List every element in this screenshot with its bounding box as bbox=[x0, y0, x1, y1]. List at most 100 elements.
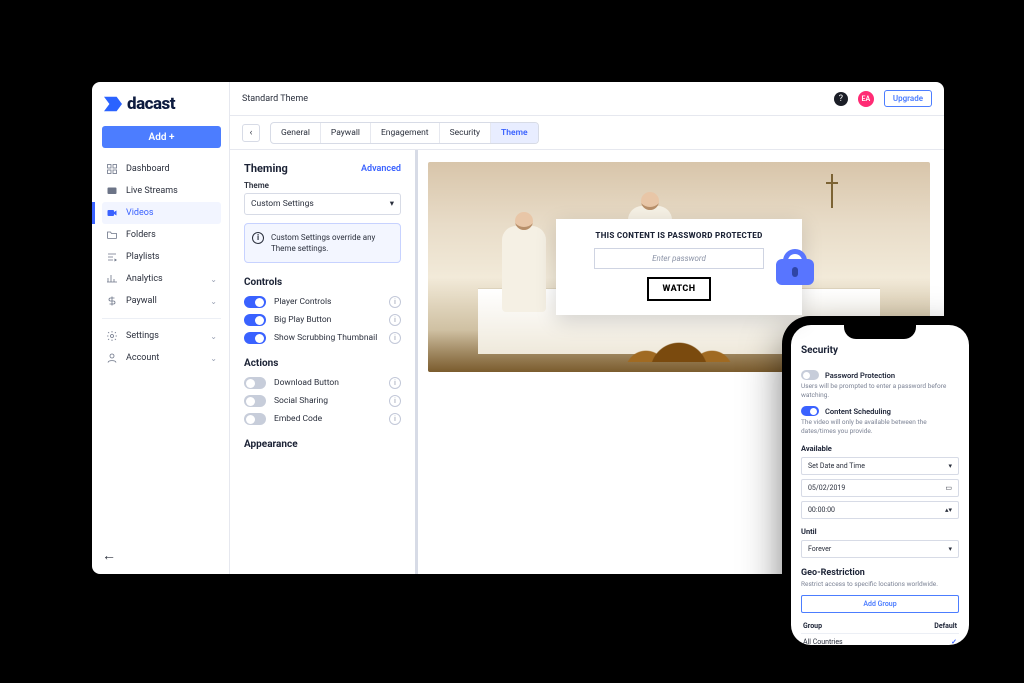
phone-security-title: Security bbox=[801, 345, 959, 356]
toggle-switch[interactable] bbox=[801, 406, 819, 416]
topbar: Standard Theme ? EA Upgrade bbox=[230, 82, 944, 116]
phone-geo-table: Group Default All Countries ✓ bbox=[801, 619, 959, 645]
select-value: Forever bbox=[808, 545, 831, 553]
page-title: Standard Theme bbox=[242, 94, 308, 104]
tab-engagement[interactable]: Engagement bbox=[371, 123, 440, 143]
lock-icon bbox=[776, 249, 814, 285]
actions-title: Actions bbox=[244, 358, 401, 369]
theming-title: Theming bbox=[244, 162, 288, 175]
toggle-label: Big Play Button bbox=[274, 315, 331, 325]
toggle-label: Player Controls bbox=[274, 297, 331, 307]
phone-date-input[interactable]: 05/02/2019 ▭ bbox=[801, 479, 959, 497]
info-icon[interactable]: i bbox=[389, 395, 401, 407]
chevron-down-icon: ▾ bbox=[948, 545, 952, 553]
phone-geo-title: Geo-Restriction bbox=[801, 568, 959, 578]
sidebar-item-settings[interactable]: Settings ⌄ bbox=[102, 325, 221, 347]
toggle-switch[interactable] bbox=[801, 370, 819, 380]
avatar[interactable]: EA bbox=[858, 91, 874, 107]
info-icon[interactable]: i bbox=[389, 296, 401, 308]
theme-select[interactable]: Custom Settings ▾ bbox=[244, 193, 401, 215]
phone-until-select[interactable]: Forever ▾ bbox=[801, 540, 959, 558]
playlists-icon bbox=[106, 251, 118, 263]
stepper-icon: ▴▾ bbox=[945, 506, 952, 514]
brand-logo-icon bbox=[104, 95, 122, 113]
sidebar-item-live-streams[interactable]: Live Streams bbox=[102, 180, 221, 202]
tab-security[interactable]: Security bbox=[440, 123, 491, 143]
toggle-switch[interactable] bbox=[244, 332, 266, 344]
sidebar: dacast Add + Dashboard Live Streams Vide… bbox=[92, 82, 230, 574]
toggle-switch[interactable] bbox=[244, 377, 266, 389]
sidebar-item-playlists[interactable]: Playlists bbox=[102, 246, 221, 268]
phone-screen: Security Password Protection Users will … bbox=[791, 325, 969, 645]
phone-password-desc: Users will be prompted to enter a passwo… bbox=[801, 382, 959, 400]
toggle-big-play-button: Big Play Button i bbox=[244, 314, 401, 326]
phone-scheduling-desc: The video will only be available between… bbox=[801, 418, 959, 436]
table-header-default: Default bbox=[934, 622, 957, 630]
tab-theme[interactable]: Theme bbox=[491, 123, 538, 143]
nav-primary: Dashboard Live Streams Videos Folders Pl… bbox=[102, 158, 221, 564]
back-button[interactable]: ‹ bbox=[242, 124, 260, 142]
settings-panel: Theming Advanced Theme Custom Settings ▾… bbox=[230, 150, 418, 574]
toggle-switch[interactable] bbox=[244, 314, 266, 326]
theme-select-value: Custom Settings bbox=[251, 199, 314, 209]
add-button[interactable]: Add + bbox=[102, 126, 221, 148]
sidebar-item-label: Analytics bbox=[126, 274, 163, 284]
tab-group: General Paywall Engagement Security Them… bbox=[270, 122, 539, 144]
phone-geo-desc: Restrict access to specific locations wo… bbox=[801, 580, 959, 589]
toggle-embed-code: Embed Code i bbox=[244, 413, 401, 425]
advanced-link[interactable]: Advanced bbox=[361, 164, 401, 174]
chevron-down-icon: ⌄ bbox=[210, 275, 217, 284]
background-decoration bbox=[502, 226, 546, 312]
toggle-label: Embed Code bbox=[274, 414, 322, 424]
toggle-switch[interactable] bbox=[244, 413, 266, 425]
tab-general[interactable]: General bbox=[271, 123, 321, 143]
sidebar-item-account[interactable]: Account ⌄ bbox=[102, 347, 221, 369]
toggle-switch[interactable] bbox=[244, 296, 266, 308]
sidebar-item-label: Paywall bbox=[126, 296, 157, 306]
help-icon[interactable]: ? bbox=[834, 92, 848, 106]
toggle-social-sharing: Social Sharing i bbox=[244, 395, 401, 407]
chevron-down-icon: ▾ bbox=[948, 462, 952, 470]
info-icon[interactable]: i bbox=[389, 314, 401, 326]
chevron-down-icon: ▾ bbox=[390, 199, 394, 209]
info-icon[interactable]: i bbox=[389, 332, 401, 344]
live-streams-icon bbox=[106, 185, 118, 197]
password-overlay-title: THIS CONTENT IS PASSWORD PROTECTED bbox=[595, 231, 762, 240]
toggle-player-controls: Player Controls i bbox=[244, 296, 401, 308]
sidebar-item-label: Account bbox=[126, 353, 159, 363]
toggle-label: Show Scrubbing Thumbnail bbox=[274, 333, 377, 343]
sidebar-item-videos[interactable]: Videos bbox=[102, 202, 221, 224]
table-row[interactable]: All Countries ✓ bbox=[801, 633, 959, 645]
watch-button[interactable]: WATCH bbox=[647, 277, 712, 301]
upgrade-button[interactable]: Upgrade bbox=[884, 90, 932, 107]
toggle-label: Social Sharing bbox=[274, 396, 328, 406]
phone-available-select[interactable]: Set Date and Time ▾ bbox=[801, 457, 959, 475]
info-icon[interactable]: i bbox=[389, 377, 401, 389]
info-text: Custom Settings override any Theme setti… bbox=[271, 233, 375, 253]
phone-row-password-protection: Password Protection bbox=[801, 370, 959, 380]
sidebar-item-paywall[interactable]: Paywall ⌄ bbox=[102, 290, 221, 312]
toggle-switch[interactable] bbox=[244, 395, 266, 407]
sidebar-item-dashboard[interactable]: Dashboard bbox=[102, 158, 221, 180]
account-icon bbox=[106, 352, 118, 364]
info-callout: i Custom Settings override any Theme set… bbox=[244, 223, 401, 263]
sidebar-item-analytics[interactable]: Analytics ⌄ bbox=[102, 268, 221, 290]
sidebar-item-label: Playlists bbox=[126, 252, 160, 262]
videos-icon bbox=[106, 207, 118, 219]
info-icon: i bbox=[252, 232, 264, 244]
table-header-group: Group bbox=[803, 622, 822, 630]
collapse-sidebar-icon[interactable]: ← bbox=[102, 547, 116, 564]
password-input[interactable]: Enter password bbox=[594, 248, 764, 269]
phone-time-input[interactable]: 00:00:00 ▴▾ bbox=[801, 501, 959, 519]
add-group-button[interactable]: Add Group bbox=[801, 595, 959, 613]
tab-paywall[interactable]: Paywall bbox=[321, 123, 371, 143]
chevron-down-icon: ⌄ bbox=[210, 297, 217, 306]
analytics-icon bbox=[106, 273, 118, 285]
toggle-label: Password Protection bbox=[825, 371, 895, 380]
tabbar: ‹ General Paywall Engagement Security Th… bbox=[230, 116, 944, 150]
check-icon: ✓ bbox=[951, 638, 957, 645]
appearance-title: Appearance bbox=[244, 439, 401, 450]
sidebar-item-folders[interactable]: Folders bbox=[102, 224, 221, 246]
toggle-label: Content Scheduling bbox=[825, 407, 891, 416]
info-icon[interactable]: i bbox=[389, 413, 401, 425]
